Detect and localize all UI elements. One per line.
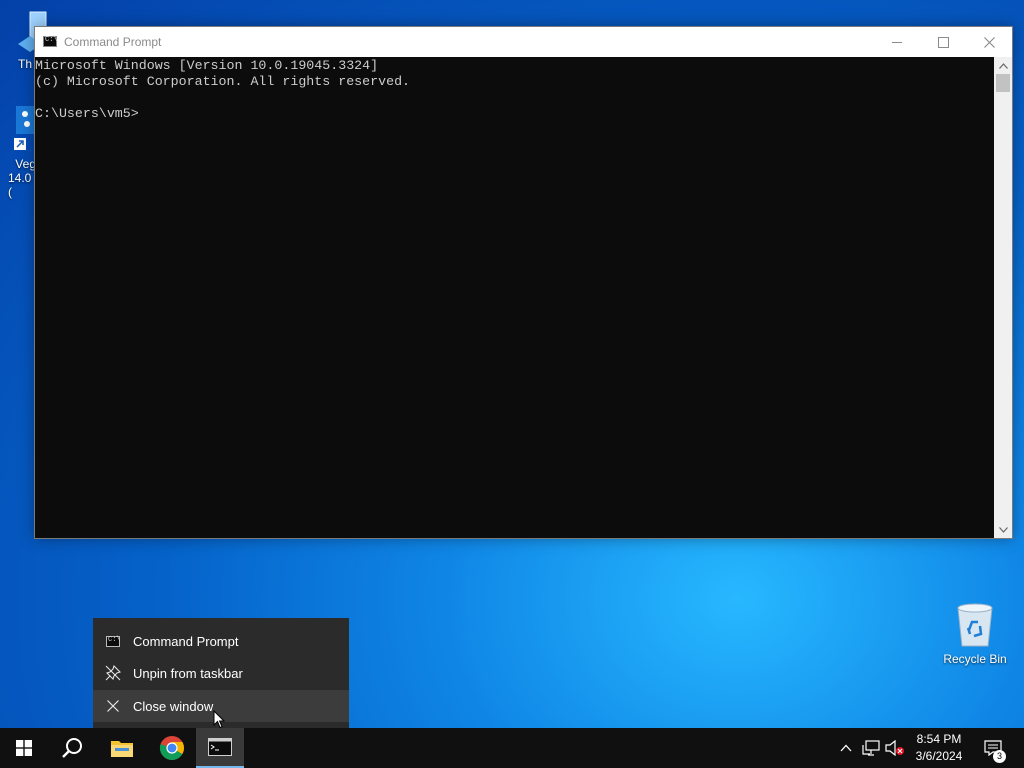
jumplist-item-label: Unpin from taskbar (133, 665, 243, 681)
minimize-icon (892, 41, 902, 43)
recycle-bin-icon (957, 603, 993, 647)
minimize-button[interactable] (874, 27, 920, 57)
jumplist-item-command-prompt[interactable]: Command Prompt (93, 625, 349, 657)
chevron-up-icon (998, 63, 1008, 69)
chrome-icon (159, 736, 184, 761)
folder-icon (111, 741, 133, 757)
desktop-icon-label: Veg (15, 157, 36, 171)
title-bar[interactable]: Command Prompt (35, 27, 1012, 57)
console-prompt: C:\Users\vm5> (35, 106, 139, 121)
taskbar: 8:54 PM 3/6/2024 (0, 728, 1024, 768)
recycle-bin[interactable]: Recycle Bin (940, 600, 1010, 666)
console-line: (c) Microsoft Corporation. All rights re… (35, 74, 411, 89)
close-icon (983, 36, 995, 48)
maximize-button[interactable] (920, 27, 966, 57)
close-button[interactable] (966, 27, 1012, 57)
notification-count-badge: 3 (993, 750, 1006, 763)
cmd-icon (43, 36, 58, 47)
clock-date: 3/6/2024 (915, 749, 963, 763)
chevron-down-icon (998, 527, 1008, 533)
close-icon (107, 700, 119, 712)
cmd-icon (106, 635, 121, 647)
taskbar-clock[interactable]: 8:54 PM 3/6/2024 (902, 731, 976, 765)
clock-time: 8:54 PM (916, 732, 962, 746)
maximize-icon (937, 36, 949, 48)
desktop-icon-partial-2[interactable]: Veg 14.0 ( (6, 104, 36, 199)
scroll-up-button[interactable] (994, 57, 1012, 74)
jumplist-item-label: Close window (133, 698, 214, 714)
jumplist-item-unpin[interactable]: Unpin from taskbar (93, 657, 349, 689)
chevron-up-icon (840, 744, 852, 752)
windows-logo-icon (16, 740, 32, 756)
jumplist-item-label: Command Prompt (133, 633, 239, 649)
start-button[interactable] (0, 728, 48, 768)
console-line: Microsoft Windows [Version 10.0.19045.33… (35, 58, 379, 73)
search-icon (62, 738, 82, 758)
vertical-scrollbar[interactable] (994, 57, 1012, 538)
scroll-down-button[interactable] (994, 521, 1012, 538)
taskbar-chrome[interactable] (148, 728, 196, 768)
cmd-icon (208, 738, 232, 756)
desktop-icon-label-2: 14.0 ( (8, 171, 32, 199)
show-hidden-icons-button[interactable] (836, 728, 856, 768)
network-status-button[interactable] (860, 728, 882, 768)
taskbar-command-prompt[interactable] (196, 728, 244, 768)
window-title: Command Prompt (64, 35, 162, 49)
search-button[interactable] (48, 728, 96, 768)
mouse-cursor-icon (213, 710, 225, 729)
unpin-icon (105, 665, 121, 681)
action-center-button[interactable] (978, 728, 1008, 768)
app-shortcut-icon (14, 106, 34, 150)
recycle-bin-label: Recycle Bin (943, 652, 1007, 666)
console-output[interactable]: Microsoft Windows [Version 10.0.19045.33… (35, 57, 994, 538)
network-icon (862, 740, 880, 756)
taskbar-file-explorer[interactable] (98, 728, 146, 768)
command-prompt-window[interactable]: Command Prompt Microsoft Windows [Versio… (34, 26, 1013, 539)
scroll-thumb[interactable] (996, 74, 1010, 92)
